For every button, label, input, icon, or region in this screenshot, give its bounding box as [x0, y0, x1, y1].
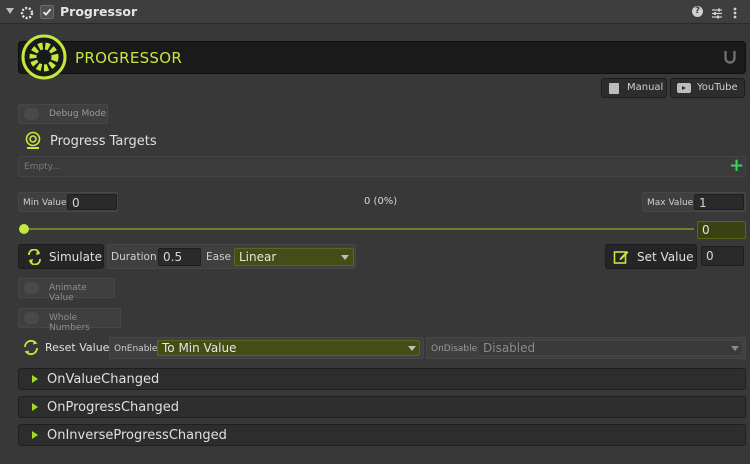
- youtube-play-icon: [677, 83, 691, 93]
- progress-status: 0 (0%): [364, 196, 398, 207]
- simulate-label: Simulate: [49, 250, 103, 264]
- toggle-knob: [24, 312, 39, 324]
- set-value-button[interactable]: Set Value: [605, 244, 697, 269]
- event-on-inverse-progress-changed[interactable]: OnInverseProgressChanged: [18, 424, 746, 446]
- add-target-icon[interactable]: +: [729, 155, 744, 176]
- on-enable-value: To Min Value: [162, 341, 237, 355]
- foldout-arrow-icon: [32, 431, 38, 439]
- slider-value-field[interactable]: 0: [697, 221, 746, 239]
- chevron-down-icon: [731, 346, 739, 351]
- simulate-button[interactable]: Simulate: [18, 244, 104, 269]
- targets-empty-label: Empty...: [24, 162, 61, 172]
- progressor-banner: PROGRESSOR: [18, 34, 746, 80]
- slider-track: [24, 228, 694, 230]
- reset-value-row: Reset Value OnEnable To Min Value OnDisa…: [18, 337, 746, 359]
- reset-loop-icon: [22, 339, 40, 356]
- help-icon[interactable]: ?: [692, 6, 703, 17]
- enabled-checkbox[interactable]: [40, 5, 54, 19]
- debug-mode-toggle[interactable]: Debug Mode: [18, 104, 108, 124]
- on-disable-group: OnDisable Disabled: [426, 337, 746, 359]
- slider-thumb[interactable]: [19, 224, 29, 234]
- on-enable-label: OnEnable: [114, 344, 158, 354]
- on-enable-group: OnEnable To Min Value: [109, 337, 424, 359]
- event-label: OnProgressChanged: [47, 400, 179, 415]
- whole-numbers-label: Whole Numbers: [49, 313, 90, 333]
- edit-icon: [613, 249, 630, 265]
- ease-dropdown[interactable]: Linear: [234, 248, 354, 266]
- on-disable-label: OnDisable: [431, 344, 478, 354]
- foldout-arrow-icon: [32, 403, 38, 411]
- event-label: OnValueChanged: [47, 372, 160, 387]
- manual-button[interactable]: Manual: [601, 78, 667, 98]
- set-value-label: Set Value: [637, 250, 694, 264]
- animate-value-toggle[interactable]: Animate Value: [18, 278, 115, 303]
- min-value-field[interactable]: 0: [67, 194, 117, 210]
- progressor-component-icon: [20, 5, 34, 20]
- foldout-arrow-icon: [32, 375, 38, 383]
- reset-value-label: Reset Value: [45, 341, 110, 354]
- youtube-button[interactable]: YouTube: [670, 78, 745, 98]
- duration-field[interactable]: 0.5: [158, 248, 201, 266]
- on-disable-dropdown[interactable]: Disabled: [478, 340, 743, 356]
- foldout-arrow-icon[interactable]: [6, 8, 14, 14]
- simulate-loop-icon: [26, 248, 43, 266]
- ease-value: Linear: [239, 250, 277, 264]
- event-on-progress-changed[interactable]: OnProgressChanged: [18, 396, 746, 418]
- min-value-group: Min Value 0: [18, 192, 118, 212]
- min-value-label: Min Value: [23, 198, 67, 208]
- presets-icon[interactable]: [711, 5, 723, 19]
- simulate-options: Duration 0.5 Ease Linear: [107, 244, 356, 269]
- toggle-knob: [24, 282, 39, 294]
- component-header: Progressor ?: [0, 0, 750, 24]
- on-enable-dropdown[interactable]: To Min Value: [157, 340, 420, 356]
- ease-label: Ease: [206, 251, 231, 263]
- progress-targets-icon: [24, 131, 42, 151]
- animate-value-label: Animate Value: [49, 283, 87, 303]
- chevron-down-icon: [341, 255, 349, 260]
- set-value-field[interactable]: 0: [701, 246, 744, 266]
- youtube-label: YouTube: [697, 82, 738, 93]
- debug-mode-label: Debug Mode: [49, 109, 106, 119]
- brand-u-icon: [723, 49, 737, 65]
- banner-title: PROGRESSOR: [75, 49, 183, 67]
- max-value-group: Max Value 1: [642, 192, 746, 212]
- progress-slider[interactable]: [18, 220, 694, 238]
- manual-book-icon: [609, 83, 619, 94]
- manual-label: Manual: [627, 82, 664, 93]
- whole-numbers-toggle[interactable]: Whole Numbers: [18, 308, 121, 333]
- max-value-field[interactable]: 1: [694, 194, 744, 210]
- toggle-knob: [24, 108, 39, 120]
- duration-label: Duration: [111, 251, 157, 263]
- component-title: Progressor: [60, 4, 138, 19]
- max-value-label: Max Value: [647, 198, 694, 208]
- progress-targets-list[interactable]: Empty... +: [18, 155, 746, 177]
- context-menu-icon[interactable]: [732, 5, 738, 19]
- event-label: OnInverseProgressChanged: [47, 428, 227, 443]
- chevron-down-icon: [408, 346, 416, 351]
- progress-targets-title: Progress Targets: [50, 134, 157, 149]
- event-on-value-changed[interactable]: OnValueChanged: [18, 368, 746, 390]
- progressor-logo-icon: [21, 34, 67, 80]
- on-disable-value: Disabled: [483, 341, 536, 355]
